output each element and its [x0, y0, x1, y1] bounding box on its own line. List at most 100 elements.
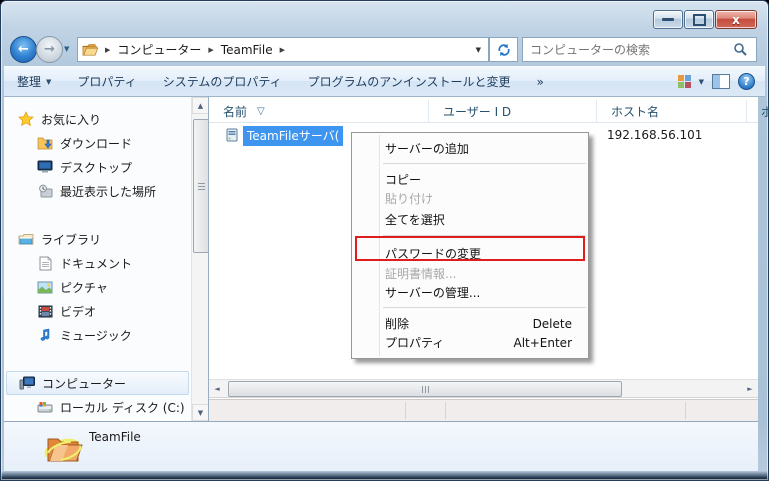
- sidebar-item-local-disk-c[interactable]: ローカル ディスク (C:): [4, 395, 191, 419]
- menu-item-add-server[interactable]: サーバーの追加: [352, 139, 588, 158]
- sidebar-item-recent-places[interactable]: 最近表示した場所: [4, 179, 191, 203]
- column-label: ポ: [761, 103, 769, 120]
- views-tile: [678, 75, 684, 81]
- sidebar-label: 最近表示した場所: [60, 183, 156, 200]
- sort-indicator-icon[interactable]: ▽: [257, 106, 265, 117]
- menu-shortcut: Delete: [533, 317, 572, 331]
- maximize-button[interactable]: [684, 10, 714, 29]
- sidebar-item-downloads[interactable]: ダウンロード: [4, 131, 191, 155]
- star-icon: [18, 111, 34, 127]
- uninstall-program-button[interactable]: プログラムのアンインストールと変更: [295, 67, 524, 96]
- sidebar-spacer: [4, 203, 191, 227]
- music-note-icon: [37, 327, 53, 343]
- scrollbar-thumb[interactable]: [228, 381, 622, 397]
- teamfile-folder-icon: [42, 427, 84, 470]
- status-divider: [405, 402, 406, 419]
- preview-pane-icon[interactable]: [712, 74, 730, 89]
- properties-button[interactable]: プロパティ: [64, 67, 149, 96]
- picture-icon: [37, 279, 53, 295]
- views-icon[interactable]: [678, 75, 691, 88]
- back-button[interactable]: ←: [10, 36, 37, 63]
- menu-item-change-password[interactable]: パスワードの変更: [352, 242, 588, 264]
- breadcrumb-item-teamfile[interactable]: TeamFile: [221, 43, 273, 57]
- toolbar-overflow-button[interactable]: »: [524, 67, 557, 96]
- details-pane: TeamFile: [4, 421, 758, 471]
- location-folder-icon: [82, 42, 98, 58]
- context-menu: サーバーの追加 コピー 貼り付け 全てを選択 パスワードの変更 証明書情報...…: [351, 132, 589, 359]
- menu-separator: [383, 163, 586, 164]
- system-properties-button[interactable]: システムのプロパティ: [150, 67, 295, 96]
- menu-item-certificate-info: 証明書情報...: [352, 264, 588, 283]
- status-divider: [445, 402, 446, 419]
- close-icon: x: [732, 14, 740, 26]
- column-header-name[interactable]: 名前 ▽: [209, 100, 429, 122]
- minimize-icon: [662, 18, 674, 21]
- scroll-right-button[interactable]: ►: [742, 380, 758, 397]
- sidebar-item-favorites[interactable]: お気に入り: [4, 107, 191, 131]
- horizontal-scrollbar[interactable]: ◄ ►: [209, 379, 758, 398]
- sidebar-label: ダウンロード: [60, 135, 132, 152]
- menu-item-label: 全てを選択: [385, 211, 445, 228]
- views-tile: [678, 82, 684, 88]
- column-header-hostname[interactable]: ホスト名: [597, 100, 747, 122]
- minimize-button[interactable]: [653, 10, 683, 29]
- column-headers: 名前 ▽ ユーザー I D ホスト名 ポ: [209, 100, 758, 123]
- film-icon: [37, 303, 53, 319]
- views-tile: [685, 82, 691, 88]
- column-header-port[interactable]: ポ: [747, 100, 769, 122]
- sidebar-item-videos[interactable]: ビデオ: [4, 299, 191, 323]
- menu-item-label: 証明書情報...: [385, 265, 456, 282]
- search-input[interactable]: [523, 39, 733, 61]
- file-row-teamfile-server[interactable]: TeamFileサーバ(: [209, 126, 343, 146]
- scroll-down-button[interactable]: ▼: [192, 404, 209, 421]
- sidebar-label: コンピューター: [42, 375, 126, 392]
- menu-separator: [383, 235, 586, 236]
- search-icon[interactable]: [733, 42, 748, 57]
- recent-places-icon: [37, 183, 53, 199]
- menu-item-select-all[interactable]: 全てを選択: [352, 208, 588, 230]
- explorer-window: x ← → ▼ ▶ コンピューター ▶ TeamFile ▶ ▼: [0, 0, 769, 481]
- history-dropdown-button[interactable]: ▼: [64, 45, 69, 53]
- forward-arrow-icon: →: [44, 43, 55, 56]
- close-button[interactable]: x: [715, 10, 757, 29]
- sidebar-item-music[interactable]: ミュージック: [4, 323, 191, 347]
- sidebar-item-pictures[interactable]: ピクチャ: [4, 275, 191, 299]
- computer-icon: [19, 375, 35, 391]
- organize-button[interactable]: 整理 ▼: [4, 67, 64, 96]
- refresh-icon: [496, 42, 512, 58]
- download-folder-icon: [37, 135, 53, 151]
- forward-button[interactable]: →: [36, 36, 63, 63]
- sidebar-item-computer[interactable]: コンピューター: [6, 371, 189, 395]
- menu-item-properties[interactable]: プロパティ Alt+Enter: [352, 333, 588, 352]
- breadcrumb[interactable]: ▶ コンピューター ▶ TeamFile ▶ ▼: [77, 37, 489, 62]
- address-dropdown-button[interactable]: ▼: [476, 46, 488, 54]
- menu-item-delete[interactable]: 削除 Delete: [352, 314, 588, 333]
- menu-item-copy[interactable]: コピー: [352, 170, 588, 189]
- sidebar-item-desktop[interactable]: デスクトップ: [4, 155, 191, 179]
- sidebar-item-libraries[interactable]: ライブラリ: [4, 227, 191, 251]
- sidebar-label: ドキュメント: [60, 255, 132, 272]
- help-icon[interactable]: ?: [738, 73, 755, 90]
- sidebar-spacer: [4, 347, 191, 371]
- sidebar-scrollbar[interactable]: ▲ ▼: [191, 97, 209, 421]
- breadcrumb-separator-icon: ▶: [102, 46, 113, 54]
- menu-item-server-management[interactable]: サーバーの管理...: [352, 283, 588, 302]
- scroll-up-button[interactable]: ▲: [192, 97, 209, 114]
- sidebar-label: ピクチャ: [60, 279, 108, 296]
- refresh-button[interactable]: [489, 37, 518, 62]
- scroll-left-button[interactable]: ◄: [209, 380, 225, 397]
- menu-item-label: プロパティ: [385, 334, 444, 351]
- maximize-icon: [693, 14, 706, 26]
- sidebar-item-documents[interactable]: ドキュメント: [4, 251, 191, 275]
- breadcrumb-item-computer[interactable]: コンピューター: [117, 41, 201, 58]
- sidebar-label: お気に入り: [41, 111, 101, 128]
- command-toolbar: 整理 ▼ プロパティ システムのプロパティ プログラムのアンインストールと変更 …: [4, 66, 765, 97]
- organize-label: 整理: [17, 73, 41, 90]
- desktop-icon: [37, 159, 53, 175]
- file-name-selected[interactable]: TeamFileサーバ(: [243, 126, 343, 146]
- server-icon: [226, 128, 238, 145]
- menu-item-paste: 貼り付け: [352, 189, 588, 208]
- sidebar-label: デスクトップ: [60, 159, 132, 176]
- column-header-userid[interactable]: ユーザー I D: [429, 100, 597, 122]
- views-dropdown-icon[interactable]: ▼: [699, 78, 704, 86]
